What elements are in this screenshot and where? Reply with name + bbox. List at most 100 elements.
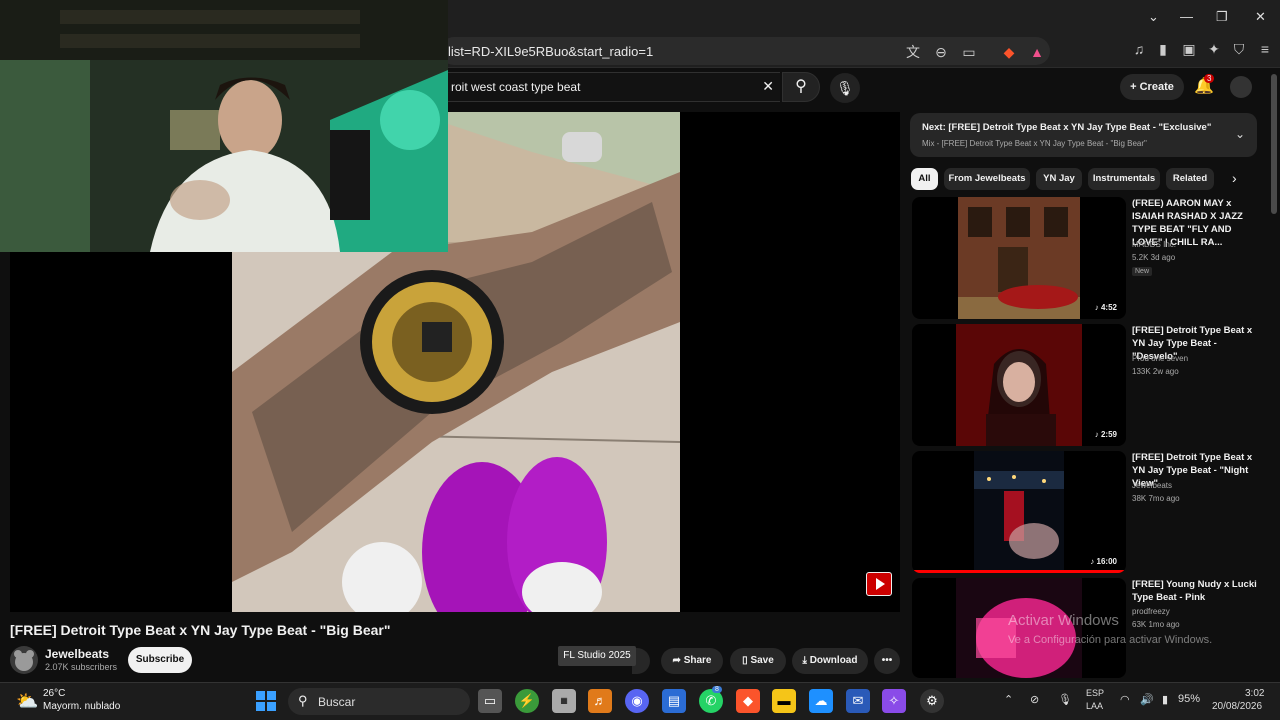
- scrollbar-thumb[interactable]: [1271, 74, 1277, 214]
- thumbnail[interactable]: ♪ 16:00: [912, 451, 1126, 573]
- url-field[interactable]: list=RD-XIL9e5RBuo&start_radio=1 文 ⊖ ▭ ◆…: [440, 37, 1050, 65]
- rec-meta: 38K 7mo ago: [1132, 494, 1180, 503]
- wifi-icon[interactable]: ◠: [1120, 693, 1130, 706]
- battery-icon[interactable]: ▮: [1162, 693, 1168, 706]
- subscribe-button[interactable]: Subscribe: [128, 647, 192, 673]
- next-subtitle: Mix - [FREE] Detroit Type Beat x YN Jay …: [922, 139, 1147, 148]
- duration-text: 2:59: [1100, 430, 1117, 439]
- avatar[interactable]: [1230, 76, 1252, 98]
- app-icon[interactable]: ⚙: [920, 689, 944, 713]
- rec-title[interactable]: [FREE] Young Nudy x Lucki Type Beat - Pi…: [1132, 578, 1258, 604]
- playlist-next-panel[interactable]: Next: [FREE] Detroit Type Beat x YN Jay …: [910, 113, 1257, 157]
- cast-icon[interactable]: ▭: [960, 43, 978, 61]
- chevron-right-icon[interactable]: ›: [1232, 170, 1237, 186]
- brave-shields-icon[interactable]: ◆: [1000, 43, 1018, 61]
- chip-instrumentals[interactable]: Instrumentals: [1088, 168, 1160, 190]
- chip-yn-jay[interactable]: YN Jay: [1036, 168, 1082, 190]
- more-actions-button[interactable]: •••: [874, 648, 900, 674]
- file-explorer-icon[interactable]: ▬: [772, 689, 796, 713]
- menu-icon[interactable]: ≡: [1256, 40, 1274, 58]
- app-icon[interactable]: ▦: [552, 689, 576, 713]
- plus-icon: +: [1130, 81, 1140, 93]
- rec-channel[interactable]: Prod one seven: [1132, 354, 1188, 363]
- brave-icon[interactable]: ◆: [736, 689, 760, 713]
- restore-icon[interactable]: ❐: [1216, 9, 1228, 25]
- app-icon[interactable]: ⚡: [515, 689, 539, 713]
- duration-text: 16:00: [1096, 557, 1117, 566]
- bear-logo-icon: [14, 650, 34, 671]
- weather-temp[interactable]: 26°C: [43, 688, 65, 699]
- keyboard-layout[interactable]: LAA: [1086, 701, 1103, 711]
- weather-description[interactable]: Mayorm. nublado: [43, 701, 120, 712]
- store-icon[interactable]: ▤: [662, 689, 686, 713]
- download-button[interactable]: ⤓ Download: [792, 648, 868, 674]
- share-button[interactable]: ➦ Share: [661, 648, 723, 674]
- tab-list-chevron-icon[interactable]: ⌄: [1148, 9, 1159, 25]
- share-icon: ➦: [672, 655, 684, 666]
- search-button[interactable]: ⚲: [782, 72, 820, 102]
- clock-date[interactable]: 20/08/2026: [1212, 701, 1262, 712]
- vpn-icon[interactable]: ⛉: [1230, 40, 1248, 58]
- scrollbar[interactable]: [1270, 70, 1278, 680]
- app-tray-icon[interactable]: ⊘: [1030, 693, 1039, 706]
- volume-icon[interactable]: 🔊: [1140, 693, 1154, 706]
- rec-channel[interactable]: prodfreezy: [1132, 607, 1170, 616]
- new-badge: New: [1132, 267, 1153, 276]
- whatsapp-badge: 8: [712, 686, 722, 693]
- taskbar-search[interactable]: ⚲ Buscar: [288, 688, 470, 715]
- download-icon: ⤓: [802, 655, 810, 666]
- chip-related[interactable]: Related: [1166, 168, 1214, 190]
- thumbnail[interactable]: ♪ 2:59: [912, 324, 1126, 446]
- create-button[interactable]: + Create: [1120, 74, 1184, 100]
- rec-meta: 5.2K 3d ago: [1132, 253, 1176, 262]
- search-icon: ⚲: [298, 693, 308, 708]
- list-item[interactable]: ♪ 16:00 [FREE] Detroit Type Beat x YN Ja…: [912, 451, 1262, 573]
- chevron-down-icon[interactable]: ⌄: [1235, 127, 1245, 141]
- fl-studio-icon[interactable]: ♬: [588, 689, 612, 713]
- app-icon[interactable]: ☁: [809, 689, 833, 713]
- chip-all[interactable]: All: [911, 168, 938, 190]
- duration-text: 4:52: [1100, 303, 1117, 312]
- save-label: Save: [750, 655, 774, 666]
- start-button[interactable]: [256, 691, 276, 711]
- thumbnail-image: [958, 197, 1080, 319]
- translate-icon[interactable]: 文: [904, 43, 922, 61]
- rec-channel[interactable]: Jewelbeats: [1132, 481, 1172, 490]
- weather-icon[interactable]: ⛅: [16, 691, 38, 712]
- voice-search-button[interactable]: 🎙: [830, 73, 860, 103]
- activate-windows-subtitle: Ve a Configuración para activar Windows.: [1008, 634, 1213, 646]
- zoom-icon[interactable]: ⊖: [932, 43, 950, 61]
- activate-windows-title: Activar Windows: [1008, 612, 1119, 629]
- brave-rewards-icon[interactable]: ▲: [1028, 43, 1046, 61]
- chevron-up-icon[interactable]: ⌃: [1004, 693, 1013, 706]
- mic-icon[interactable]: 🎙: [1058, 693, 1072, 706]
- tooltip: FL Studio 2025: [558, 646, 636, 666]
- download-label: Download: [809, 655, 858, 666]
- chip-from-channel[interactable]: From Jewelbeats: [944, 168, 1030, 190]
- media-icon[interactable]: ♫: [1130, 40, 1148, 58]
- sidebar-icon[interactable]: ▮: [1154, 40, 1172, 58]
- close-icon[interactable]: ✕: [1255, 9, 1266, 25]
- search-input[interactable]: roit west coast type beat ✕: [440, 72, 780, 102]
- minimize-icon[interactable]: —: [1180, 9, 1193, 24]
- language-indicator[interactable]: ESP: [1086, 688, 1104, 698]
- subscribe-watermark-icon[interactable]: [866, 572, 892, 596]
- taskbar-search-placeholder: Buscar: [318, 695, 356, 709]
- channel-avatar[interactable]: [10, 646, 38, 674]
- wallet-icon[interactable]: ▣: [1180, 40, 1198, 58]
- subscriber-count: 2.07K subscribers: [45, 662, 118, 672]
- thumbnail[interactable]: ♪ 4:52: [912, 197, 1126, 319]
- rec-channel[interactable]: MADDS Inc.: [1132, 240, 1176, 249]
- outlook-icon[interactable]: ✉: [846, 689, 870, 713]
- clock-time[interactable]: 3:02: [1245, 688, 1264, 699]
- discord-icon[interactable]: ◉: [625, 689, 649, 713]
- save-button[interactable]: ▯ Save: [730, 648, 786, 674]
- channel-name[interactable]: Jewelbeats: [45, 647, 109, 661]
- copilot-icon[interactable]: ✧: [882, 689, 906, 713]
- task-view-icon[interactable]: ▭: [478, 689, 502, 713]
- list-item[interactable]: ♪ 2:59 [FREE] Detroit Type Beat x YN Jay…: [912, 324, 1262, 446]
- clear-search-icon[interactable]: ✕: [762, 78, 774, 95]
- leo-icon[interactable]: ✦: [1205, 40, 1223, 58]
- duration-badge: ♪ 2:59: [1091, 429, 1120, 440]
- list-item[interactable]: ♪ 4:52 (FREE) AARON MAY x ISAIAH RASHAD …: [912, 197, 1262, 319]
